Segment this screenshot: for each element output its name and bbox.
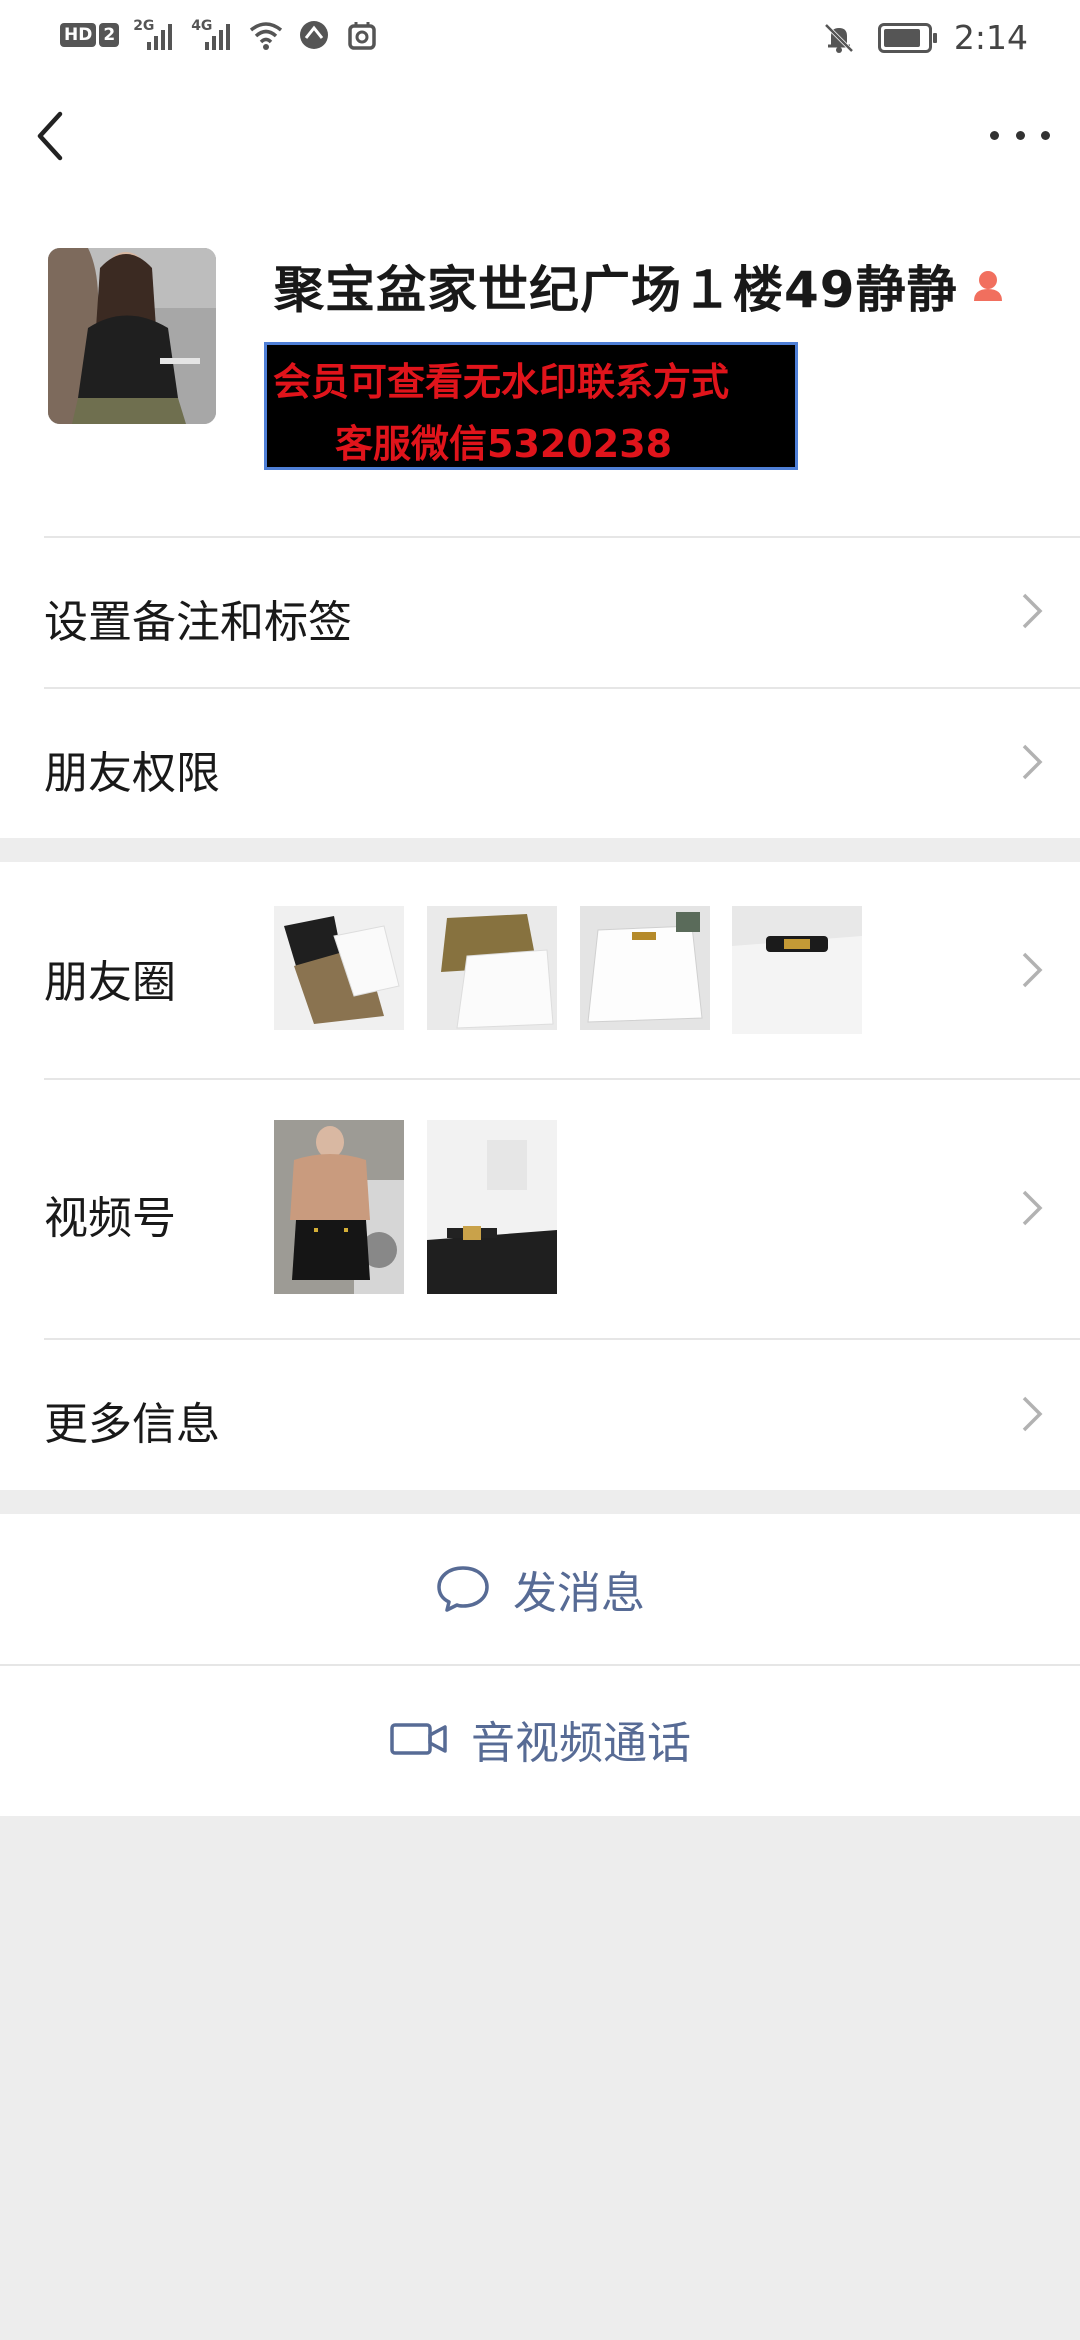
contact-name: 聚宝盆家世纪广场１楼49静静: [274, 261, 958, 319]
settings-section: 设置备注和标签 朋友权限: [0, 536, 1080, 838]
chevron-right-icon: [1022, 952, 1043, 988]
video-call-button[interactable]: 音视频通话: [0, 1664, 1080, 1814]
avatar[interactable]: [48, 248, 216, 424]
channels-thumbnail[interactable]: [427, 1120, 557, 1294]
gender-female-icon: [973, 271, 1002, 301]
moments-row[interactable]: 朋友圈: [0, 862, 1080, 1078]
status-left: HD 2 2G 4G: [60, 18, 379, 52]
back-button[interactable]: [28, 106, 76, 166]
profile-header: 聚宝盆家世纪广场１楼49静静 会员可查看无水印联系方式 客服微信5320238: [0, 204, 1080, 536]
actions-section: 发消息 音视频通话: [0, 1514, 1080, 1816]
hd-label: HD: [60, 23, 97, 47]
moments-thumbnail[interactable]: [427, 906, 557, 1030]
chat-bubble-icon: [437, 1566, 489, 1612]
sim-label: 2: [99, 23, 120, 47]
chevron-right-icon: [1022, 593, 1043, 629]
battery-icon: [877, 22, 937, 53]
more-options-button[interactable]: [990, 120, 1050, 150]
banner-line-2: 客服微信5320238: [335, 422, 673, 466]
status-bar: HD 2 2G 4G 2:14: [0, 0, 1080, 76]
banner-line-1: 会员可查看无水印联系方式: [273, 360, 730, 404]
video-camera-icon: [390, 1723, 447, 1755]
content-section: 朋友圈 视频号 更多信息: [0, 862, 1080, 1490]
permission-label: 朋友权限: [44, 748, 220, 799]
data-sync-icon: [300, 21, 329, 49]
signal-icon: 4G: [191, 18, 235, 52]
channels-thumbnail[interactable]: [274, 1120, 404, 1294]
channels-label: 视频号: [44, 1193, 176, 1244]
clock: 2:14: [953, 18, 1028, 57]
remark-label: 设置备注和标签: [44, 597, 352, 648]
hd-badge: HD 2: [60, 23, 120, 47]
send-message-label: 发消息: [513, 1568, 645, 1619]
more-info-row[interactable]: 更多信息: [0, 1338, 1080, 1490]
remark-row[interactable]: 设置备注和标签: [0, 536, 1080, 687]
chevron-right-icon: [1022, 1190, 1043, 1226]
mute-bell-icon: [824, 23, 854, 53]
chevron-right-icon: [1022, 1396, 1043, 1432]
more-info-label: 更多信息: [44, 1399, 220, 1450]
dot-icon: [1041, 130, 1050, 140]
name-row: 聚宝盆家世纪广场１楼49静静: [274, 250, 1004, 322]
moments-thumbnail[interactable]: [580, 906, 710, 1030]
nav-bar: [0, 76, 1080, 204]
moments-thumbnail[interactable]: [274, 906, 404, 1030]
dot-icon: [990, 130, 999, 140]
chevron-right-icon: [1022, 744, 1043, 780]
moments-label: 朋友圈: [44, 957, 176, 1008]
signal-icon: 2G: [133, 18, 177, 52]
notification-app-icon: [348, 22, 376, 50]
status-right: 2:14: [822, 18, 1028, 57]
permission-row[interactable]: 朋友权限: [0, 687, 1080, 838]
watermark-banner: 会员可查看无水印联系方式 客服微信5320238: [264, 342, 798, 470]
moments-thumbnail[interactable]: [732, 906, 862, 1034]
wifi-icon: [250, 22, 283, 50]
send-message-button[interactable]: 发消息: [0, 1514, 1080, 1664]
video-call-label: 音视频通话: [471, 1718, 691, 1769]
dot-icon: [1015, 130, 1025, 140]
channels-row[interactable]: 视频号: [0, 1078, 1080, 1338]
avatar-photo: [48, 248, 216, 424]
